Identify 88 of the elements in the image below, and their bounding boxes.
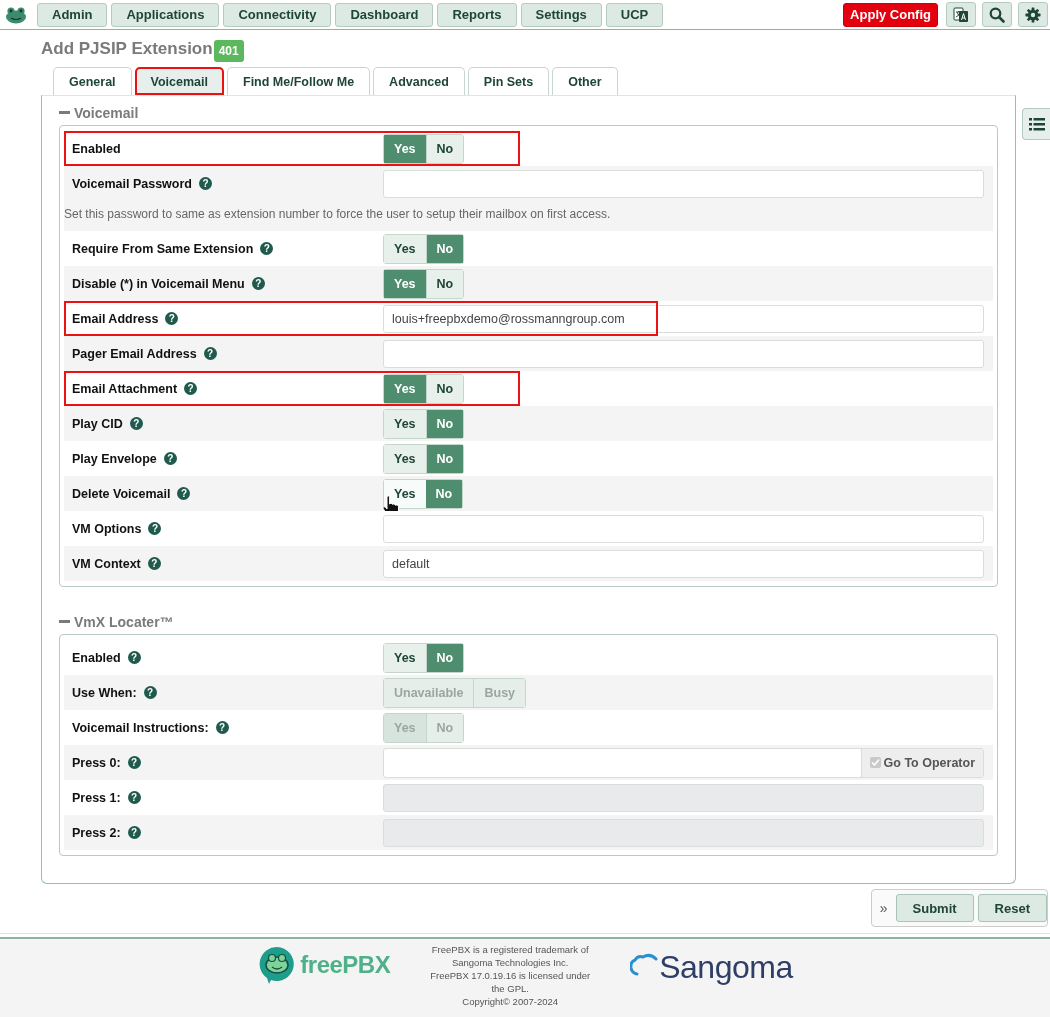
toggle-option-button[interactable]: Yes — [384, 643, 426, 672]
field-label: Press 2: — [72, 825, 121, 840]
frog-logo-icon[interactable] — [5, 5, 27, 24]
toggle-option-button[interactable]: No — [425, 374, 464, 403]
field-label: Use When: — [72, 685, 137, 700]
field-label: Voicemail Password — [72, 176, 192, 191]
translate-icon — [953, 6, 969, 23]
page-title: Add PJSIP Extension — [41, 39, 213, 59]
tab[interactable]: Other — [552, 67, 618, 95]
toggle-option-button[interactable]: No — [425, 134, 464, 163]
help-icon[interactable]: ? — [127, 756, 141, 769]
toggle-option-button[interactable]: No — [425, 444, 464, 473]
text-input-field[interactable] — [383, 514, 984, 543]
nav-menu-button[interactable]: Dashboard — [335, 2, 434, 27]
field-label: Disable (*) in Voicemail Menu — [72, 276, 245, 291]
help-icon[interactable]: ? — [251, 277, 265, 290]
toggle-option-button[interactable]: No — [425, 269, 464, 298]
list-toggle-button[interactable] — [1022, 108, 1050, 140]
help-icon[interactable]: ? — [165, 312, 179, 325]
help-text: Set this password to same as extension number to force the user to setup their mailbox on first access. — [64, 206, 612, 223]
text-input-field[interactable] — [383, 169, 984, 198]
toggle-option-button[interactable]: No — [425, 234, 464, 263]
toggle-option-button[interactable]: No — [425, 479, 463, 508]
help-icon[interactable]: ? — [177, 487, 191, 500]
help-icon[interactable]: ? — [127, 651, 141, 664]
settings-icon — [1025, 6, 1041, 23]
toggle-option-button[interactable]: No — [425, 409, 464, 438]
help-icon[interactable]: ? — [147, 557, 161, 570]
section-title[interactable]: Voicemail — [74, 104, 139, 121]
extension-badge: 401 — [213, 40, 244, 62]
text-input-field[interactable]: default — [383, 549, 984, 578]
action-button[interactable]: Reset — [977, 894, 1047, 922]
footer-text: FreePBX 17.0.19.16 is licensed under the GPL. — [430, 969, 591, 995]
help-icon[interactable]: ? — [203, 347, 217, 360]
field-label: Voicemail Instructions: — [72, 720, 209, 735]
toggle-option-button[interactable]: Yes — [384, 234, 426, 263]
collapse-icon[interactable] — [59, 111, 70, 114]
nav-menu-button[interactable]: Connectivity — [223, 2, 332, 27]
field-label: Enabled — [72, 650, 121, 665]
translate-button[interactable] — [946, 2, 976, 27]
help-icon[interactable]: ? — [129, 417, 143, 430]
logo-text: Sangoma — [659, 949, 793, 986]
nav-menu-button[interactable]: Admin — [37, 2, 108, 27]
help-icon[interactable]: ? — [260, 242, 274, 255]
footer-text: Copyright© 2007-2024 — [461, 995, 560, 1008]
text-input-field[interactable]: louis+freepbxdemo@rossmanngroup.com — [383, 304, 984, 333]
expand-button[interactable]: » — [875, 900, 892, 916]
field-label: Delete Voicemail — [72, 486, 171, 501]
footer-text: FreePBX is a registered trademark of Sangoma Technologies Inc. — [430, 943, 590, 969]
help-icon[interactable]: ? — [198, 177, 212, 190]
nav-menu-button[interactable]: UCP — [605, 2, 664, 27]
toggle-option-button[interactable]: Yes — [384, 444, 426, 473]
search-button[interactable] — [982, 2, 1012, 27]
action-button[interactable]: Submit — [895, 894, 974, 922]
apply-config-button[interactable]: Apply Config — [843, 2, 938, 27]
field-label: Play Envelope — [72, 451, 157, 466]
field-label: VM Context — [72, 556, 141, 571]
field-label: Press 0: — [72, 755, 121, 770]
logo-text: freePBX — [300, 951, 391, 979]
toggle-option-button[interactable]: Yes — [384, 374, 426, 403]
tab[interactable]: Pin Sets — [467, 67, 550, 95]
field-label: Require From Same Extension — [72, 241, 254, 256]
field-label: VM Options — [72, 521, 142, 536]
list-icon — [1028, 117, 1045, 131]
field-label: Email Attachment — [72, 381, 178, 396]
toggle-option-button[interactable]: No — [425, 643, 464, 672]
section-title[interactable]: VmX Locater™ — [74, 613, 174, 630]
search-icon — [989, 6, 1005, 23]
toggle-option-button[interactable]: Yes — [384, 269, 426, 298]
help-icon[interactable]: ? — [148, 522, 162, 535]
settings-button[interactable] — [1018, 2, 1048, 27]
collapse-icon[interactable] — [59, 620, 70, 623]
field-label: Play CID — [72, 416, 123, 431]
field-label: Enabled — [72, 141, 121, 156]
tab[interactable]: General — [53, 67, 132, 95]
field-label: Press 1: — [72, 790, 121, 805]
help-icon[interactable]: ? — [184, 382, 198, 395]
nav-menu-button[interactable]: Reports — [437, 2, 517, 27]
field-label: Pager Email Address — [72, 346, 197, 361]
text-input-field[interactable] — [383, 339, 984, 368]
toggle-option-button[interactable]: Yes — [384, 134, 426, 163]
nav-menu-button[interactable]: Applications — [111, 2, 220, 27]
tab[interactable]: Find Me/Follow Me — [227, 67, 371, 95]
tab[interactable]: Advanced — [373, 67, 465, 95]
field-label: Email Address — [72, 311, 159, 326]
toggle-option-button[interactable]: Yes — [384, 409, 426, 438]
help-icon[interactable]: ? — [163, 452, 177, 465]
nav-menu-button[interactable]: Settings — [520, 2, 602, 27]
